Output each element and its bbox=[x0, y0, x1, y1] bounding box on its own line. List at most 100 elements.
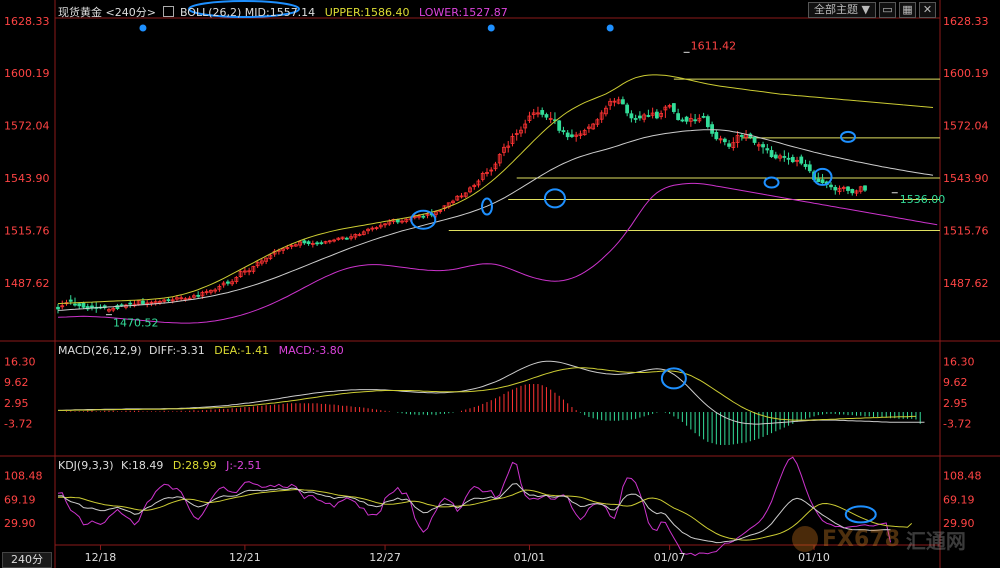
candle-body bbox=[710, 124, 714, 134]
macd-y-tick-left: 9.62 bbox=[4, 376, 29, 389]
candle-body bbox=[646, 115, 651, 117]
highlight-ellipse bbox=[840, 130, 857, 143]
candle-body bbox=[166, 299, 171, 302]
y-tick-label-left: 1487.62 bbox=[4, 277, 50, 290]
kdj-k-value: K:18.49 bbox=[121, 459, 164, 472]
candle-body bbox=[629, 113, 634, 119]
y-tick-label-right: 1487.62 bbox=[943, 277, 989, 290]
main-panel-header: 现货黄金 <240分> BOLL(26,2) MID:1557.14 UPPER… bbox=[58, 4, 508, 20]
candle-body bbox=[705, 116, 710, 128]
candle-body bbox=[863, 185, 867, 191]
theme-dropdown[interactable]: 全部主题 ▼ bbox=[808, 2, 876, 18]
x-tick-label: 12/21 bbox=[229, 551, 261, 564]
kdj-highlight-ellipse bbox=[844, 505, 877, 524]
candle-body bbox=[344, 237, 349, 240]
boll-mid-value: MID:1557.14 bbox=[244, 6, 316, 19]
boll-upper-line bbox=[57, 74, 934, 305]
candle-body bbox=[807, 164, 812, 172]
y-tick-label-right: 1543.90 bbox=[943, 172, 989, 185]
event-dot-icon bbox=[606, 24, 614, 32]
candle-body bbox=[693, 119, 697, 122]
candle-body bbox=[722, 138, 727, 143]
theme-dropdown-label: 全部主题 bbox=[814, 3, 859, 16]
x-tick-label: 01/01 bbox=[514, 551, 546, 564]
candle-body bbox=[633, 118, 638, 120]
event-dot-icon bbox=[487, 24, 495, 32]
watermark: FX678 汇通网 bbox=[792, 522, 966, 556]
kdj-y-tick-left: 108.48 bbox=[4, 470, 43, 483]
y-tick-label-right: 1628.33 bbox=[943, 15, 989, 28]
candle-body bbox=[77, 303, 82, 307]
macd-y-tick-right: -3.72 bbox=[943, 418, 971, 431]
x-tick-label: 12/18 bbox=[85, 551, 117, 564]
macd-params[interactable]: MACD(26,12,9) bbox=[58, 344, 142, 357]
macd-y-tick-left: -3.72 bbox=[4, 418, 32, 431]
candle-body bbox=[540, 110, 545, 115]
candle-body bbox=[315, 242, 319, 245]
boll-icon[interactable] bbox=[163, 6, 175, 17]
candle-body bbox=[727, 143, 731, 147]
boll-lower-value: LOWER:1527.87 bbox=[418, 6, 508, 19]
macd-panel-header: MACD(26,12,9) DIFF:-3.31 DEA:-1.41 MACD:… bbox=[58, 344, 344, 357]
highlight-ellipse bbox=[543, 188, 566, 209]
main-panel-axes: 1628.33 1628.33 1600.19 1600.19 1572.04 1572.… bbox=[4, 15, 989, 290]
macd-diff-value: DIFF:-3.31 bbox=[149, 344, 205, 357]
candlestick-series bbox=[56, 96, 867, 314]
y-tick-label-right: 1515.76 bbox=[943, 224, 989, 237]
period-corner-label: 240分 bbox=[11, 553, 43, 566]
boll-params[interactable]: BOLL(26,2) bbox=[180, 6, 241, 19]
kdj-d-line bbox=[58, 488, 913, 541]
grid-icon: ▦ bbox=[902, 3, 913, 16]
x-axis: 12/18 12/21 12/27 01/01 01/07 01/10 bbox=[85, 545, 830, 564]
x-tick-label: 12/27 bbox=[369, 551, 401, 564]
candle-body bbox=[395, 219, 400, 223]
candle-body bbox=[302, 240, 307, 244]
macd-y-tick-left: 2.95 bbox=[4, 397, 29, 410]
candle-body bbox=[701, 116, 706, 118]
candle-body bbox=[739, 135, 744, 137]
candle-body bbox=[561, 130, 566, 133]
kdj-d-value: D:28.99 bbox=[172, 459, 217, 472]
candle-body bbox=[319, 242, 324, 245]
macd-diff-line bbox=[58, 360, 925, 425]
period-label: <240分> bbox=[105, 6, 156, 19]
period-corner-button[interactable]: 240分 bbox=[2, 552, 52, 568]
macd-y-tick-right: 9.62 bbox=[943, 376, 968, 389]
price-label-last: 1536.00 bbox=[900, 193, 946, 206]
candle-body bbox=[638, 115, 642, 119]
y-tick-label-left: 1543.90 bbox=[4, 172, 50, 185]
candle-body bbox=[816, 178, 821, 182]
chart-frame bbox=[0, 0, 1000, 568]
y-tick-label-left: 1572.04 bbox=[4, 120, 50, 133]
candle-body bbox=[306, 241, 311, 244]
candle-body bbox=[820, 179, 825, 184]
candle-body bbox=[761, 144, 765, 148]
kdj-j-value: J:-2.51 bbox=[226, 459, 262, 472]
macd-y-tick-right: 16.30 bbox=[943, 355, 975, 368]
candle-body bbox=[752, 136, 757, 143]
candle-body bbox=[81, 302, 86, 308]
price-label-high: 1611.42 bbox=[691, 39, 737, 52]
macd-y-tick-left: 16.30 bbox=[4, 355, 36, 368]
y-tick-label-left: 1515.76 bbox=[4, 224, 50, 237]
kdj-params[interactable]: KDJ(9,3,3) bbox=[58, 459, 114, 472]
candle-body bbox=[676, 113, 681, 120]
candle-body bbox=[769, 150, 774, 158]
candle-body bbox=[833, 186, 838, 191]
kdj-y-tick-right: 108.48 bbox=[943, 470, 982, 483]
candle-body bbox=[570, 134, 574, 137]
boll-lower-line bbox=[57, 182, 938, 324]
candle-body bbox=[671, 103, 676, 112]
settings-button[interactable]: ▦ bbox=[899, 2, 916, 18]
macd-macd-value: MACD:-3.80 bbox=[278, 344, 344, 357]
candle-body bbox=[621, 99, 625, 105]
y-tick-label-left: 1600.19 bbox=[4, 67, 50, 80]
kdj-y-tick-right: 69.19 bbox=[943, 493, 975, 506]
price-label-low: 1470.52 bbox=[113, 317, 158, 330]
window-restore-button[interactable]: ▭ bbox=[879, 2, 896, 18]
close-button[interactable]: ✕ bbox=[919, 2, 936, 18]
candle-body bbox=[786, 157, 791, 160]
candle-body bbox=[128, 302, 133, 305]
kdj-y-tick-left: 29.90 bbox=[4, 517, 36, 530]
candle-body bbox=[625, 104, 630, 114]
